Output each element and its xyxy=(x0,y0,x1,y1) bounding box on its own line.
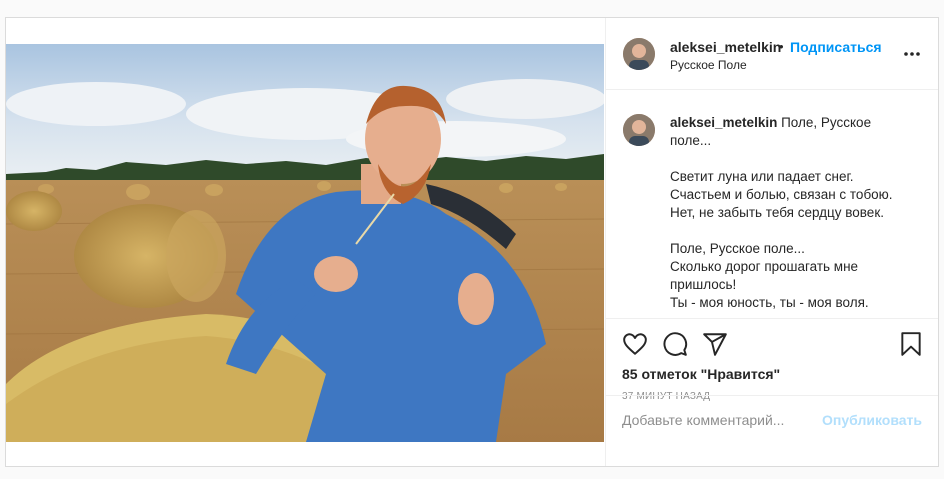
follow-button[interactable]: Подписаться xyxy=(790,39,882,55)
caption-line: Светит луна или падает снег. xyxy=(670,169,854,184)
caption-line: поле... xyxy=(670,133,712,148)
photo-field-with-hay-bales xyxy=(6,44,604,442)
post-photo[interactable] xyxy=(6,44,604,442)
caption-line: Нет, не забыть тебя сердцу вовек. xyxy=(670,205,884,220)
separator-dot: • xyxy=(779,39,784,54)
location-link[interactable]: Русское Поле xyxy=(670,58,747,72)
avatar-image xyxy=(623,38,655,70)
post-caption: aleksei_metelkin Поле, Русское поле... С… xyxy=(670,114,920,312)
publish-button[interactable]: Опубликовать xyxy=(822,412,922,428)
post-header: aleksei_metelkin • Подписаться Русское П… xyxy=(606,18,938,90)
caption-gap xyxy=(670,222,920,240)
username-link[interactable]: aleksei_metelkin xyxy=(670,39,781,55)
likes-count[interactable]: 85 отметок "Нравится" xyxy=(622,366,780,382)
comments-section[interactable]: aleksei_metelkin Поле, Русское поле... С… xyxy=(606,90,938,318)
caption-line: Поле, Русское xyxy=(781,115,872,130)
caption-username[interactable]: aleksei_metelkin xyxy=(670,115,777,130)
caption-line: Поле, Русское поле... xyxy=(670,241,805,256)
caption-avatar[interactable] xyxy=(623,114,655,146)
more-icon[interactable] xyxy=(902,44,922,64)
share-icon[interactable] xyxy=(702,331,728,357)
caption-line: Сколько дорог прошагать мне xyxy=(670,259,859,274)
caption-line: Ты - моя юность, ты - моя воля. xyxy=(670,295,869,310)
caption-gap xyxy=(670,150,920,168)
comment-input[interactable] xyxy=(622,412,822,428)
caption-line: Счастьем и болью, связан с тобою. xyxy=(670,187,893,202)
caption-line: пришлось! xyxy=(670,277,737,292)
post-card: aleksei_metelkin • Подписаться Русское П… xyxy=(5,17,939,467)
comment-icon[interactable] xyxy=(662,331,688,357)
bookmark-icon[interactable] xyxy=(898,331,924,357)
avatar[interactable] xyxy=(623,38,655,70)
heart-icon[interactable] xyxy=(622,331,648,357)
avatar-image xyxy=(623,114,655,146)
post-sidebar: aleksei_metelkin • Подписаться Русское П… xyxy=(605,18,938,466)
add-comment-bar: Опубликовать xyxy=(606,395,938,446)
post-actions: 85 отметок "Нравится" 37 минут назад Опу… xyxy=(606,318,938,446)
